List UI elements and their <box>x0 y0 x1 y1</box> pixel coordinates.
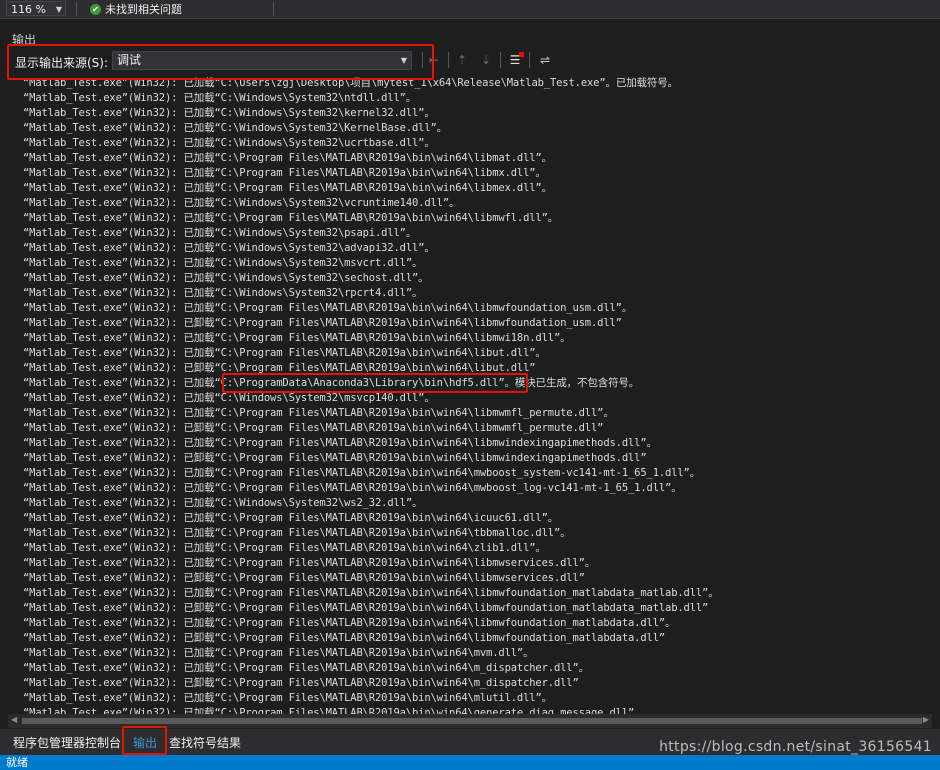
output-line: “Matlab_Test.exe”(Win32): 已加载“C:\Program… <box>23 707 645 714</box>
output-line: “Matlab_Test.exe”(Win32): 已加载“C:\Program… <box>23 692 552 704</box>
top-toolbar: 116 % ▼ ✔ 未找到相关问题 <box>0 0 940 19</box>
word-wrap-icon[interactable]: ⇌ <box>537 52 553 68</box>
output-line: “Matlab_Test.exe”(Win32): 已加载“C:\Windows… <box>23 227 417 239</box>
output-line: “Matlab_Test.exe”(Win32): 已加载“C:\Program… <box>23 347 546 359</box>
output-line: “Matlab_Test.exe”(Win32): 已加载“C:\Program… <box>23 332 571 344</box>
output-line: “Matlab_Test.exe”(Win32): 已加载“C:\Windows… <box>23 272 429 284</box>
previous-message-icon[interactable]: ⇡ <box>454 52 470 68</box>
source-select-value: 调试 <box>117 53 142 67</box>
output-line: “Matlab_Test.exe”(Win32): 已卸载“C:\Program… <box>23 422 604 434</box>
chevron-down-icon: ▼ <box>55 5 62 14</box>
output-line: “Matlab_Test.exe”(Win32): 已卸载“C:\Program… <box>23 452 647 464</box>
divider <box>448 52 449 68</box>
output-line: “Matlab_Test.exe”(Win32): 已加载“C:\Program… <box>23 437 657 449</box>
chevron-down-icon: ▼ <box>400 56 407 65</box>
scroll-left-icon[interactable]: ◀ <box>11 715 17 724</box>
next-message-icon[interactable]: ⇣ <box>478 52 494 68</box>
tab-package-manager-console[interactable]: 程序包管理器控制台 <box>13 734 121 751</box>
tab-find-symbol-results[interactable]: 查找符号结果 <box>169 734 241 751</box>
divider <box>273 2 274 16</box>
divider <box>529 52 530 68</box>
output-line: “Matlab_Test.exe”(Win32): 已加载“C:\Program… <box>23 152 552 164</box>
output-line: “Matlab_Test.exe”(Win32): 已加载“C:\Program… <box>23 527 571 539</box>
output-line: “Matlab_Test.exe”(Win32): 已加载“C:\Users\z… <box>23 77 678 89</box>
source-label: 显示输出来源(S): <box>15 56 109 70</box>
output-line: “Matlab_Test.exe”(Win32): 已加载“C:\Program… <box>23 512 559 524</box>
output-line: “Matlab_Test.exe”(Win32): 已加载“C:\Windows… <box>23 257 423 269</box>
output-line: “Matlab_Test.exe”(Win32): 已加载“C:\Program… <box>23 662 589 674</box>
output-line: “Matlab_Test.exe”(Win32): 已加载“C:\Program… <box>23 302 633 314</box>
output-line: “Matlab_Test.exe”(Win32): 已卸载“C:\Program… <box>23 677 579 689</box>
output-line: “Matlab_Test.exe”(Win32): 已卸载“C:\Program… <box>23 572 585 584</box>
issues-status-text: 未找到相关问题 <box>105 3 182 16</box>
output-line: “Matlab_Test.exe”(Win32): 已加载“C:\Windows… <box>23 107 435 119</box>
output-line: “Matlab_Test.exe”(Win32): 已加载“C:\Program… <box>23 587 719 599</box>
scroll-right-icon[interactable]: ▶ <box>923 715 929 724</box>
output-line: “Matlab_Test.exe”(Win32): 已加载“C:\Windows… <box>23 137 435 149</box>
output-line: “Matlab_Test.exe”(Win32): 已加载“C:\Windows… <box>23 242 435 254</box>
output-line: “Matlab_Test.exe”(Win32): 已加载“C:\Program… <box>23 557 596 569</box>
output-line: “Matlab_Test.exe”(Win32): 已加载“C:\Program… <box>23 212 559 224</box>
output-line: “Matlab_Test.exe”(Win32): 已加载“C:\Windows… <box>23 92 417 104</box>
output-toolbar: 显示输出来源(S): 调试 ▼ ⇤ ⇡ ⇣ ☰ ⇌ <box>8 48 940 76</box>
tab-output[interactable]: 输出 <box>133 734 157 751</box>
find-message-icon[interactable]: ⇤ <box>426 52 442 68</box>
horizontal-scrollbar[interactable]: ◀ ▶ <box>8 714 932 728</box>
check-circle-icon: ✔ <box>90 3 101 15</box>
output-line: “Matlab_Test.exe”(Win32): 已加载“C:\Program… <box>23 407 614 419</box>
output-line: “Matlab_Test.exe”(Win32): 已加载“C:\Windows… <box>23 287 423 299</box>
clear-all-icon[interactable]: ☰ <box>507 52 524 68</box>
divider <box>76 2 77 16</box>
output-line: “Matlab_Test.exe”(Win32): 已加载“C:\Windows… <box>23 497 423 509</box>
scrollbar-thumb[interactable] <box>22 718 922 724</box>
output-line: “Matlab_Test.exe”(Win32): 已卸载“C:\Program… <box>23 632 666 644</box>
panel-title: 输出 <box>12 33 37 47</box>
output-line: “Matlab_Test.exe”(Win32): 已加载“C:\Program… <box>23 167 546 179</box>
zoom-select[interactable]: 116 % ▼ <box>6 1 66 16</box>
output-line: “Matlab_Test.exe”(Win32): 已卸载“C:\Program… <box>23 602 709 614</box>
output-line: “Matlab_Test.exe”(Win32): 已加载“C:\Windows… <box>23 197 460 209</box>
output-line: “Matlab_Test.exe”(Win32): 已加载“C:\Windows… <box>23 392 435 404</box>
status-bar: 就绪 <box>0 755 940 770</box>
output-text-area[interactable]: “Matlab_Test.exe”(Win32): 已加载“C:\Users\z… <box>8 76 932 714</box>
divider <box>500 52 501 68</box>
output-line: “Matlab_Test.exe”(Win32): 已加载“C:\Program… <box>23 542 546 554</box>
source-select[interactable]: 调试 ▼ <box>112 51 412 70</box>
output-line: “Matlab_Test.exe”(Win32): 已加载“C:\Program… <box>23 647 534 659</box>
status-text: 就绪 <box>6 756 28 769</box>
output-line: “Matlab_Test.exe”(Win32): 已加载“C:\Program… <box>23 467 701 479</box>
output-line: “Matlab_Test.exe”(Win32): 已加载“C:\Program… <box>23 482 682 494</box>
output-line: “Matlab_Test.exe”(Win32): 已卸载“C:\Program… <box>23 362 536 374</box>
output-line: “Matlab_Test.exe”(Win32): 已加载“C:\Program… <box>23 182 552 194</box>
bottom-tab-bar: 程序包管理器控制台 输出 查找符号结果 https://blog.csdn.ne… <box>0 729 940 755</box>
output-line: “Matlab_Test.exe”(Win32): 已加载“C:\Windows… <box>23 122 448 134</box>
watermark: https://blog.csdn.net/sinat_36156541 <box>659 739 932 755</box>
issues-status[interactable]: ✔ 未找到相关问题 <box>90 1 182 17</box>
output-line: “Matlab_Test.exe”(Win32): 已卸载“C:\Program… <box>23 317 622 329</box>
output-lines: “Matlab_Test.exe”(Win32): 已加载“C:\Users\z… <box>23 76 719 714</box>
output-line: “Matlab_Test.exe”(Win32): 已加载“C:\Program… <box>23 377 640 389</box>
divider <box>422 52 423 68</box>
zoom-value: 116 % <box>11 3 46 16</box>
output-line: “Matlab_Test.exe”(Win32): 已加载“C:\Program… <box>23 617 676 629</box>
